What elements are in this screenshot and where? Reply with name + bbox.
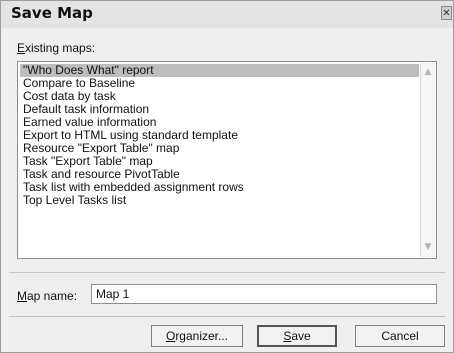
close-icon[interactable]: ✕ xyxy=(441,6,452,20)
list-scrollbar[interactable]: ▲ ▼ xyxy=(420,63,435,257)
dialog-title: Save Map xyxy=(11,4,93,22)
organizer-button[interactable]: Organizer... xyxy=(151,325,243,347)
separator xyxy=(9,316,445,317)
chevron-up-icon[interactable]: ▲ xyxy=(423,66,433,78)
map-name-input[interactable]: Map 1 xyxy=(91,284,437,304)
save-button[interactable]: Save xyxy=(257,325,337,347)
chevron-down-icon[interactable]: ▼ xyxy=(423,241,433,253)
save-map-dialog: Save Map ✕ Existing maps: "Who Does What… xyxy=(0,0,454,353)
existing-maps-list[interactable]: "Who Does What" report Compare to Baseli… xyxy=(17,61,437,259)
map-name-label: Map name: xyxy=(17,289,78,303)
cancel-button[interactable]: Cancel xyxy=(355,325,445,347)
title-bar: Save Map ✕ xyxy=(1,1,453,28)
existing-maps-label: Existing maps: xyxy=(17,41,96,55)
separator xyxy=(9,272,445,273)
list-item[interactable]: Top Level Tasks list xyxy=(20,194,419,207)
